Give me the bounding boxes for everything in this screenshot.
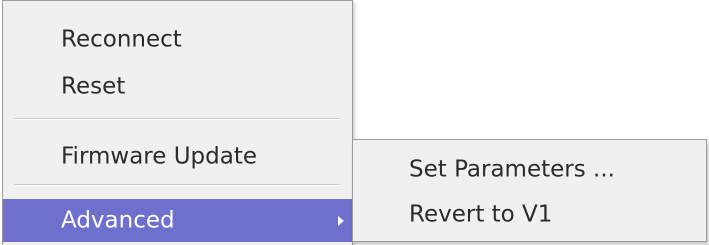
menu-item-label: Advanced — [61, 207, 175, 233]
menu-separator — [15, 184, 340, 186]
menu-separator — [15, 118, 340, 120]
chevron-right-icon — [338, 215, 344, 226]
submenu-item-label: Revert to V1 — [409, 201, 553, 228]
submenu-item-revert-to-v1[interactable]: Revert to V1 — [353, 196, 706, 234]
menu-item-firmware-update[interactable]: Firmware Update — [3, 139, 352, 175]
submenu-item-label: Set Parameters ... — [409, 156, 615, 183]
menu-item-label: Reset — [61, 73, 126, 100]
menu-stage: Reconnect Reset Firmware Update Advanced… — [0, 0, 709, 245]
menu-item-label: Firmware Update — [61, 143, 258, 170]
menu-item-reset[interactable]: Reset — [3, 69, 352, 105]
menu-item-label: Reconnect — [61, 26, 182, 53]
context-menu: Reconnect Reset Firmware Update Advanced — [2, 0, 353, 245]
submenu-item-set-parameters[interactable]: Set Parameters ... — [353, 151, 706, 189]
menu-item-reconnect[interactable]: Reconnect — [3, 22, 352, 58]
menu-item-advanced[interactable]: Advanced — [3, 199, 352, 242]
advanced-submenu: Set Parameters ... Revert to V1 — [352, 139, 707, 242]
